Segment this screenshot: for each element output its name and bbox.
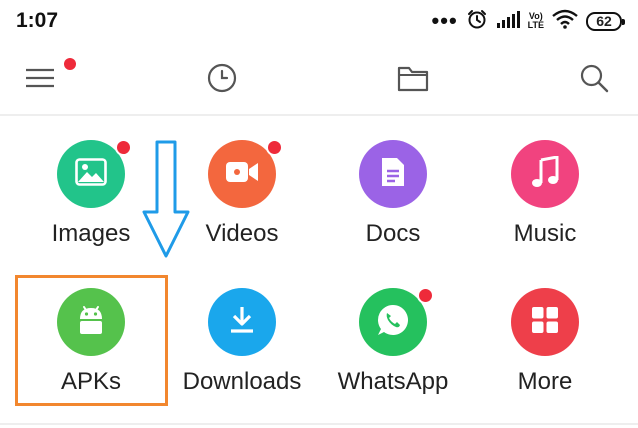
category-label-music: Music [513,220,577,247]
docs-icon-circle [359,140,427,208]
more-icon-circle [511,288,579,356]
whatsapp-badge [417,287,434,304]
volte-bottom: LTE [527,20,544,30]
status-icons: ••• Vo) LTE 62 [431,8,625,35]
bottom-divider [0,423,638,425]
video-icon [225,160,259,189]
status-bar: 1:07 ••• Vo) LTE 62 [0,0,638,44]
signal-icon [496,10,520,33]
download-icon [228,305,256,340]
toolbar-divider [0,114,638,116]
volte-indicator: Vo) LTE [528,12,544,30]
category-downloads[interactable]: Downloads [167,288,317,418]
alarm-icon [466,8,488,35]
toolbar [0,50,638,112]
category-more[interactable]: More [470,288,620,418]
videos-badge [266,139,283,156]
search-icon [579,63,609,98]
music-icon [531,154,559,193]
menu-notification-dot [64,58,76,70]
category-label-whatsapp: WhatsApp [337,368,449,395]
menu-icon [25,66,55,95]
category-label-docs: Docs [365,220,421,247]
category-label-downloads: Downloads [182,368,302,395]
category-whatsapp[interactable]: WhatsApp [318,287,468,418]
music-icon-circle [511,140,579,208]
history-icon [207,63,237,98]
images-badge [115,139,132,156]
apks-highlight-box [15,275,168,406]
category-label-more: More [517,368,573,395]
document-icon [380,156,406,193]
menu-button[interactable] [20,58,76,100]
grid-icon [531,306,559,339]
downloads-icon-circle [208,288,276,356]
category-music[interactable]: Music [470,140,620,270]
wifi-icon [552,9,578,34]
more-dots-icon: ••• [431,8,458,33]
image-icon [75,157,107,191]
down-arrow-annotation [142,140,192,265]
folder-button[interactable] [393,60,433,100]
folder-icon [397,64,429,97]
status-time: 1:07 [16,9,59,32]
category-docs[interactable]: Docs [318,140,468,270]
whatsapp-icon [375,302,411,343]
history-button[interactable] [202,60,242,100]
battery-indicator: 62 [586,11,625,31]
search-button[interactable] [574,60,614,100]
